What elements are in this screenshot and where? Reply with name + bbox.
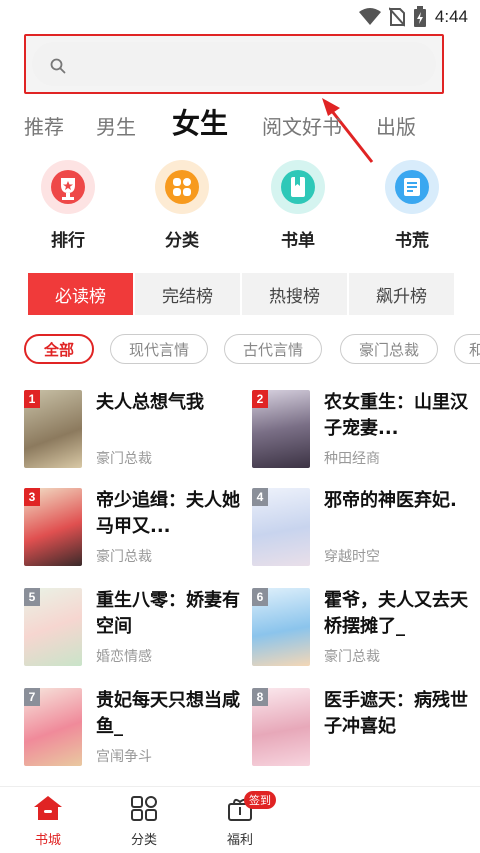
book-genre: 婚恋情感 [96,649,152,665]
book-title[interactable]: 帝少追缉：夫人她马甲又... [96,488,246,540]
book-item[interactable]: 1 夫人总想气我 豪门总裁 [24,390,244,480]
battery-charging-icon [413,6,426,27]
chip-all[interactable]: 全部 [24,334,94,364]
book-cover[interactable]: 3 [24,488,82,566]
rank-badge: 8 [252,688,268,706]
book-title[interactable]: 农女重生：山里汉子宠妻... [324,390,474,442]
category-tabs: 推荐 男生 女生 阅文好书 出版 [24,104,480,148]
tab-yuewen-good-books[interactable]: 阅文好书 [262,111,342,140]
search-bar[interactable] [24,34,444,94]
tab-recommend[interactable]: 推荐 [24,111,64,140]
book-title[interactable]: 医手遮天：病残世子冲喜妃 [324,688,474,740]
shortcut-ranking-label: 排行 [51,231,85,251]
book-cover[interactable]: 5 [24,588,82,666]
book-list-icon [271,160,325,214]
status-bar: 4:44 [0,0,480,34]
tab-male[interactable]: 男生 [96,111,136,140]
nav-bookstore-label: 书城 [34,833,61,848]
shortcut-booklist[interactable]: 书单 [258,160,338,251]
book-genre: 宫闱争斗 [96,749,152,765]
rank-badge: 5 [24,588,40,606]
chip-ancient-romance[interactable]: 古代言情 [224,334,322,364]
book-cover[interactable]: 7 [24,688,82,766]
rank-badge: 3 [24,488,40,506]
book-title[interactable]: 霍爷，夫人又去天桥摆摊了_ [324,588,474,640]
nav-category-label: 分类 [130,833,157,848]
shortcut-category-label: 分类 [165,231,199,251]
shortcut-booklist-label: 书单 [281,231,315,251]
book-cover[interactable]: 2 [252,390,310,468]
book-cover[interactable]: 8 [252,688,310,766]
book-genre: 豪门总裁 [324,649,380,665]
chip-modern-romance[interactable]: 现代言情 [110,334,208,364]
book-genre: 穿越时空 [324,549,380,565]
book-cover[interactable]: 1 [24,390,82,468]
status-time: 4:44 [434,7,468,26]
book-item[interactable]: 8 医手遮天：病残世子冲喜妃 [252,688,472,778]
category-icon [131,796,157,821]
rank-tab-completed[interactable]: 完结榜 [135,273,240,315]
rank-badge: 6 [252,588,268,606]
check-in-badge[interactable]: 签到 [244,791,276,809]
book-item[interactable]: 4 邪帝的神医弃妃. 穿越时空 [252,488,472,578]
chip-ceo-romance[interactable]: 豪门总裁 [340,334,438,364]
trophy-icon [41,160,95,214]
search-icon [50,58,66,74]
search-field-background [32,42,436,86]
book-item[interactable]: 6 霍爷，夫人又去天桥摆摊了_ 豪门总裁 [252,588,472,678]
no-sim-icon [388,7,405,27]
book-cover[interactable]: 6 [252,588,310,666]
book-title[interactable]: 邪帝的神医弃妃. [324,488,474,514]
shortcut-row: 排行 分类 书单 书荒 [0,160,480,260]
rank-badge: 7 [24,688,40,706]
book-title[interactable]: 重生八零：娇妻有空间 [96,588,246,640]
shortcut-ranking[interactable]: 排行 [28,160,108,251]
nav-welfare[interactable]: 签到 福利 [210,791,276,848]
nav-category[interactable]: 分类 [114,795,174,848]
rank-tabs: 必读榜 完结榜 热搜榜 飙升榜 [28,273,454,315]
home-icon [34,796,62,820]
nav-bookstore[interactable]: 书城 [18,795,78,848]
rank-tab-rising[interactable]: 飙升榜 [349,273,454,315]
genre-chips: 全部 现代言情 古代言情 豪门总裁 和 [24,334,480,366]
tab-female[interactable]: 女生 [172,102,228,142]
category-grid-icon [155,160,209,214]
nav-welfare-label: 福利 [226,833,253,848]
rank-badge: 2 [252,390,268,408]
bottom-nav: 书城 分类 签到 福利 [0,786,480,853]
book-item[interactable]: 3 帝少追缉：夫人她马甲又... 豪门总裁 [24,488,244,578]
search-input[interactable] [78,50,426,82]
book-item[interactable]: 5 重生八零：娇妻有空间 婚恋情感 [24,588,244,678]
shortcut-category[interactable]: 分类 [142,160,222,251]
shortcut-book-shortage[interactable]: 书荒 [372,160,452,251]
rank-tab-must-read[interactable]: 必读榜 [28,273,133,315]
chip-more[interactable]: 和 [454,334,480,364]
book-item[interactable]: 7 贵妃每天只想当咸鱼_ 宫闱争斗 [24,688,244,778]
tab-publishing[interactable]: 出版 [376,111,416,140]
shortcut-book-shortage-label: 书荒 [395,231,429,251]
book-search-icon [385,160,439,214]
rank-badge: 4 [252,488,268,506]
rank-tab-hot-search[interactable]: 热搜榜 [242,273,347,315]
book-genre: 豪门总裁 [96,451,152,467]
book-title[interactable]: 夫人总想气我 [96,390,246,416]
book-genre: 种田经商 [324,451,380,467]
book-item[interactable]: 2 农女重生：山里汉子宠妻... 种田经商 [252,390,472,480]
book-cover[interactable]: 4 [252,488,310,566]
wifi-icon [358,8,381,25]
rank-badge: 1 [24,390,40,408]
book-genre: 豪门总裁 [96,549,152,565]
book-title[interactable]: 贵妃每天只想当咸鱼_ [96,688,246,740]
